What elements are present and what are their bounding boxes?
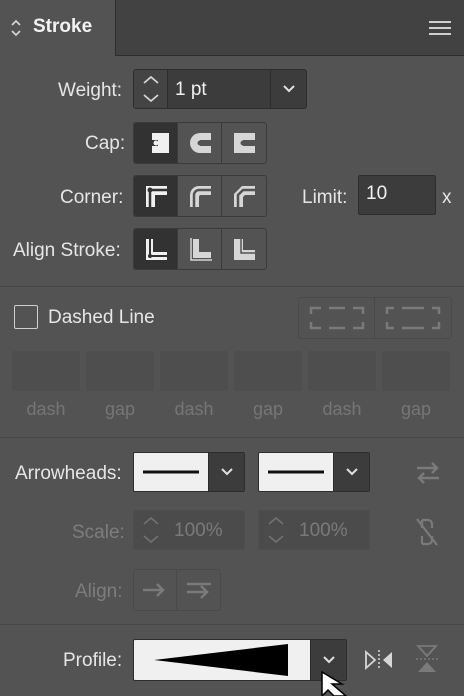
separator (0, 437, 464, 438)
swap-arrowheads-icon[interactable] (414, 460, 442, 486)
dash-adjust-icon (385, 306, 441, 330)
butt-cap-icon (145, 133, 169, 153)
align-center-icon (145, 239, 167, 260)
bevel-join-button[interactable] (222, 176, 266, 216)
dash-exact-button[interactable] (299, 298, 375, 338)
chevron-down-icon (345, 468, 358, 476)
separator (0, 624, 464, 625)
arrowhead-start-preview (134, 453, 208, 491)
arrowhead-start-select[interactable] (133, 452, 245, 492)
place-arrow-icon (186, 582, 211, 599)
cap-label: Cap: (85, 133, 126, 154)
dash-label-2: dash (174, 399, 214, 419)
round-join-button[interactable] (178, 176, 222, 216)
bevel-join-icon (234, 186, 255, 207)
gap-label-3: gap (400, 399, 432, 419)
dash-label-3: dash (322, 399, 362, 419)
collapse-arrows-icon[interactable] (9, 18, 23, 38)
miter-join-icon (145, 186, 167, 207)
stepper-arrows-icon (268, 516, 284, 544)
align-outside-icon (234, 239, 255, 260)
flip-vertical-icon[interactable] (414, 644, 440, 674)
scale-start-value: 100% (174, 520, 223, 541)
align-label: Align: (75, 581, 123, 602)
align-center-button[interactable] (134, 229, 178, 269)
cap-segmented-control (133, 122, 267, 164)
round-cap-icon (189, 133, 211, 153)
corner-segmented-control (133, 175, 267, 217)
arrowhead-end-dropdown[interactable] (333, 453, 369, 491)
gap-label-1: gap (104, 399, 136, 419)
place-arrow-tip-button[interactable] (177, 570, 220, 610)
dash-adjust-button[interactable] (375, 298, 451, 338)
line-none-icon (143, 470, 199, 474)
align-stroke-label: Align Stroke: (13, 240, 121, 261)
arrowhead-end-select[interactable] (258, 452, 370, 492)
scale-start-input[interactable]: 100% (133, 510, 245, 550)
weight-input[interactable]: 1 pt (175, 79, 207, 101)
limit-value: 10 (366, 183, 388, 204)
weight-combobox: 1 pt (133, 69, 307, 109)
round-cap-button[interactable] (178, 123, 222, 163)
projecting-cap-icon (234, 133, 255, 153)
dash-input-1[interactable] (12, 351, 80, 391)
projecting-cap-button[interactable] (222, 123, 266, 163)
flip-horizontal-icon[interactable] (364, 648, 394, 672)
profile-select[interactable] (133, 639, 347, 681)
corner-label: Corner: (60, 187, 124, 208)
align-inside-button[interactable] (178, 229, 222, 269)
dash-label-1: dash (26, 399, 66, 419)
dashed-line-label: Dashed Line (48, 307, 155, 328)
dash-input-3[interactable] (308, 351, 376, 391)
chevron-down-icon (282, 85, 295, 93)
weight-label: Weight: (58, 80, 123, 101)
panel-tab-stroke[interactable]: Stroke (0, 0, 116, 56)
dashed-line-checkbox[interactable] (14, 305, 38, 329)
gap-input-1[interactable] (86, 351, 154, 391)
panel-menu-icon[interactable] (429, 20, 451, 36)
round-join-icon (189, 186, 211, 207)
extend-arrow-icon (143, 583, 165, 597)
scale-label: Scale: (72, 522, 125, 543)
separator (0, 286, 464, 287)
dash-corners-icon (309, 306, 364, 330)
align-stroke-segmented-control (133, 228, 267, 270)
limit-input[interactable]: 10 (358, 175, 436, 215)
panel-title: Stroke (33, 16, 93, 37)
panel-titlebar: Stroke (0, 0, 464, 56)
unlink-icon[interactable] (413, 516, 441, 548)
limit-unit: x (442, 187, 452, 208)
weight-stepper[interactable] (134, 70, 168, 108)
line-none-icon (268, 470, 324, 474)
arrow-align-segmented-control (133, 569, 221, 611)
profile-preview (134, 640, 310, 680)
chevron-down-icon (220, 468, 233, 476)
stepper-arrows-icon[interactable] (134, 70, 168, 108)
align-outside-button[interactable] (222, 229, 266, 269)
mouse-cursor-icon (321, 670, 348, 696)
dash-alignment-segmented-control (298, 297, 452, 339)
width-profile-taper-icon (154, 644, 288, 676)
gap-input-3[interactable] (382, 351, 450, 391)
scale-end-input[interactable]: 100% (258, 510, 370, 550)
butt-cap-button[interactable] (134, 123, 178, 163)
align-inside-icon (189, 238, 212, 261)
dash-input-2[interactable] (160, 351, 228, 391)
arrowhead-start-dropdown[interactable] (208, 453, 244, 491)
arrowhead-end-preview (259, 453, 333, 491)
extend-arrow-tip-button[interactable] (134, 570, 178, 610)
limit-label: Limit: (302, 187, 348, 208)
miter-join-button[interactable] (134, 176, 178, 216)
stepper-arrows-icon (143, 516, 159, 544)
chevron-down-icon (322, 656, 335, 664)
profile-label: Profile: (63, 650, 123, 671)
gap-label-2: gap (252, 399, 284, 419)
arrowheads-label: Arrowheads: (15, 463, 122, 484)
gap-input-2[interactable] (234, 351, 302, 391)
scale-end-value: 100% (299, 520, 348, 541)
weight-dropdown-button[interactable] (270, 70, 306, 108)
